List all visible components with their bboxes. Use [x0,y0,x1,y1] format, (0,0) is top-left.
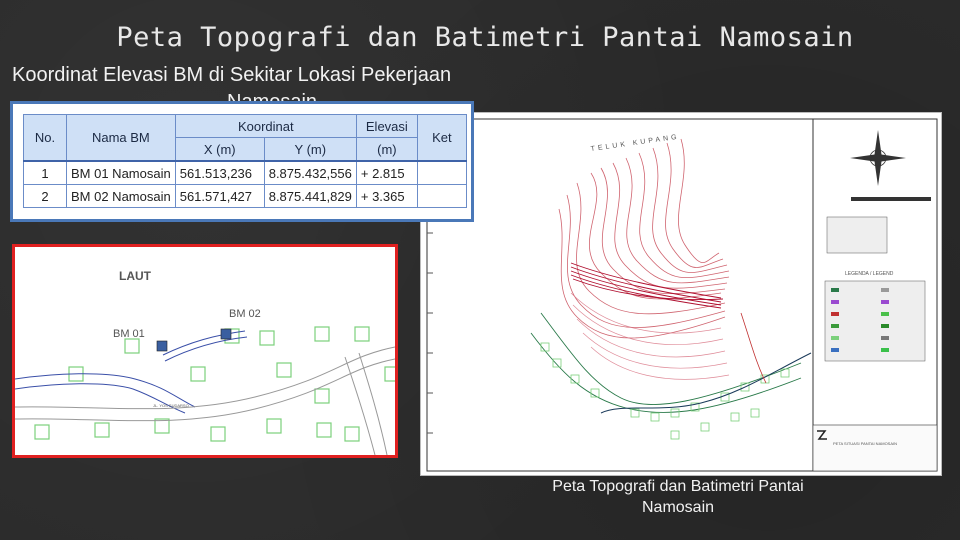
table-row: 1 BM 01 Namosain 561.513,236 8.875.432,5… [23,160,467,185]
header-elevasi: Elevasi [355,114,418,138]
cell-ket [416,160,467,185]
subtitle-line-1: Koordinat Elevasi BM di Sekitar Lokasi P… [12,64,452,86]
header-ket: Ket [416,114,467,162]
road-label: JL. YOS SUDARSO [153,403,189,408]
caption-line-2: Namosain [641,499,715,516]
header-y: Y (m) [263,137,357,162]
cell-x: 561.571,427 [174,184,265,208]
cell-no: 2 [23,184,67,208]
legend-title: LEGENDA / LEGEND [845,271,894,277]
laut-label: LAUT [119,269,152,283]
cell-elevasi: + 2.815 [355,160,418,185]
header-koordinat: Koordinat [174,114,357,138]
bm01-marker [156,340,168,352]
bm02-label: BM 02 [229,308,261,320]
table-row: 2 BM 02 Namosain 561.571,427 8.875.441,8… [23,184,467,208]
north-arrow-icon [850,130,906,186]
topography-map-drawing: TELUK KUPANG LEGENDA / LEGEND PETA SITUA… [426,118,938,472]
cell-y: 8.875.441,829 [263,184,357,208]
bm-location-map-drawing: LAUT JL. YOS SUDARSO BM 01 BM 02 [15,269,395,455]
header-x: X (m) [174,137,265,162]
bm-location-map-image: LAUT JL. YOS SUDARSO BM 01 BM 02 [12,244,398,458]
bm02-marker [220,328,232,340]
cell-elevasi: + 3.365 [355,184,418,208]
topography-map-image: TELUK KUPANG LEGENDA / LEGEND PETA SITUA… [420,112,942,476]
bm-coordinate-table: No. Nama BM Koordinat Elevasi Ket X (m) … [23,114,467,208]
cell-no: 1 [23,160,67,185]
bay-label: TELUK KUPANG [590,134,680,153]
caption-line-1: Peta Topografi dan Batimetri Pantai [552,478,804,495]
cell-y: 8.875.432,556 [263,160,357,185]
bm-table-panel: No. Nama BM Koordinat Elevasi Ket X (m) … [10,101,474,222]
bm01-label: BM 01 [113,328,145,340]
cell-nama-bm: BM 01 Namosain [66,160,176,185]
cell-nama-bm: BM 02 Namosain [66,184,176,208]
header-nama-bm: Nama BM [66,114,176,162]
cell-x: 561.513,236 [174,160,265,185]
header-elevasi-unit: (m) [355,137,418,162]
title-block-text: PETA SITUASI PANTAI NAMOSAIN [833,441,897,446]
cell-ket [416,184,467,208]
slide-title: Peta Topografi dan Batimetri Pantai Namo… [116,22,854,53]
header-no: No. [23,114,67,162]
map-caption: Peta Topografi dan Batimetri Pantai Namo… [478,476,878,518]
